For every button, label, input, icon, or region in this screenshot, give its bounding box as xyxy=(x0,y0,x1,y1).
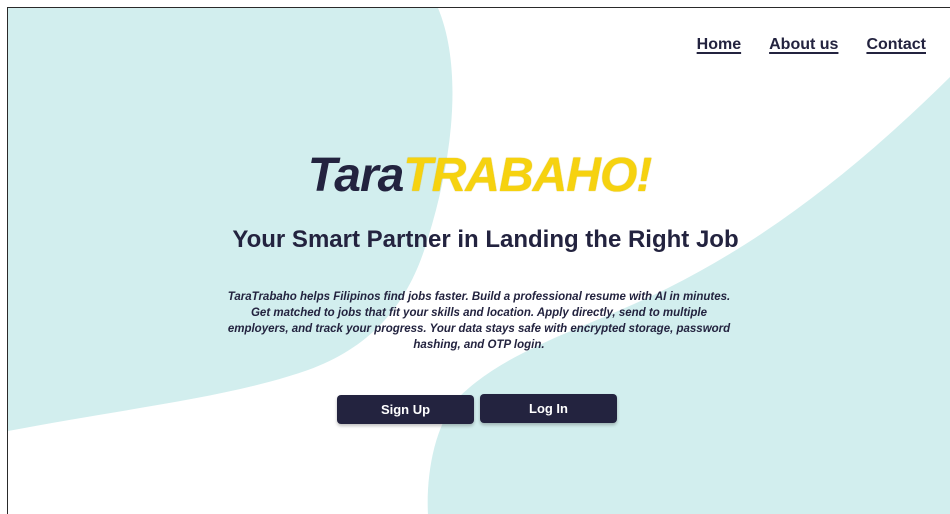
top-nav: Home About us Contact xyxy=(697,36,926,54)
login-button[interactable]: Log In xyxy=(480,394,617,423)
background-blobs xyxy=(8,8,950,514)
page-frame: Home About us Contact TaraTRABAHO! Your … xyxy=(7,7,950,514)
brand-logo: TaraTRABAHO! xyxy=(8,146,950,206)
hero-description: TaraTrabaho helps Filipinos find jobs fa… xyxy=(227,291,731,351)
logo-tara: Tara xyxy=(307,149,405,202)
logo-trabaho: TRABAHO! xyxy=(403,149,652,202)
hero-tagline: Your Smart Partner in Landing the Right … xyxy=(232,226,739,253)
nav-home-link[interactable]: Home xyxy=(697,36,741,54)
left-blob xyxy=(8,8,453,431)
nav-about-link[interactable]: About us xyxy=(769,36,838,54)
nav-contact-link[interactable]: Contact xyxy=(866,36,926,54)
signup-button[interactable]: Sign Up xyxy=(337,395,474,424)
